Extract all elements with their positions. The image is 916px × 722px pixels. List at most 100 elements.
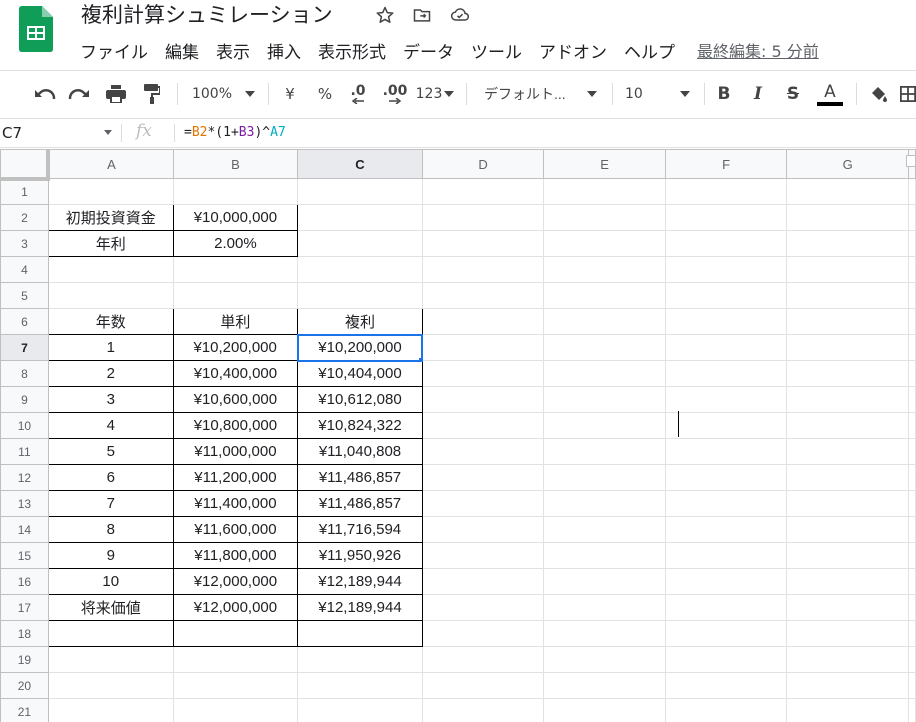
empty-cell[interactable] bbox=[786, 256, 909, 283]
column-header-g[interactable]: G bbox=[786, 149, 909, 179]
strikethrough-button[interactable]: S bbox=[782, 81, 804, 107]
zoom-dropdown-icon[interactable] bbox=[242, 81, 258, 107]
cell-a7[interactable]: 1 bbox=[47, 334, 174, 361]
row-header[interactable]: 4 bbox=[0, 256, 49, 283]
empty-cell[interactable] bbox=[421, 230, 545, 257]
empty-cell[interactable] bbox=[421, 412, 545, 439]
empty-cell[interactable] bbox=[421, 438, 545, 465]
cell-b12[interactable]: ¥11,200,000 bbox=[172, 464, 299, 491]
empty-cell[interactable] bbox=[664, 542, 788, 569]
empty-cell[interactable] bbox=[908, 230, 916, 257]
cell-c12[interactable]: ¥11,486,857 bbox=[297, 464, 423, 491]
empty-cell[interactable] bbox=[664, 360, 788, 387]
menu-file[interactable]: ファイル bbox=[80, 38, 148, 63]
cell-c2[interactable] bbox=[297, 204, 423, 231]
empty-cell[interactable] bbox=[664, 438, 788, 465]
empty-cell[interactable] bbox=[908, 646, 916, 673]
last-edit-link[interactable]: 最終編集: 5 分前 bbox=[697, 38, 819, 62]
empty-cell[interactable] bbox=[543, 568, 666, 595]
empty-cell[interactable] bbox=[543, 646, 666, 673]
cell-c16[interactable]: ¥12,189,944 bbox=[297, 568, 423, 595]
font-select[interactable]: デフォルト... bbox=[484, 81, 576, 107]
empty-cell[interactable] bbox=[908, 386, 916, 413]
empty-cell[interactable] bbox=[664, 568, 788, 595]
cell-b11[interactable]: ¥11,000,000 bbox=[172, 438, 299, 465]
cell-b21[interactable] bbox=[172, 698, 299, 722]
cell-c21[interactable] bbox=[297, 698, 423, 722]
row-header[interactable]: 10 bbox=[0, 412, 49, 439]
row-header[interactable]: 12 bbox=[0, 464, 49, 491]
empty-cell[interactable] bbox=[664, 594, 788, 621]
row-header[interactable]: 15 bbox=[0, 542, 49, 569]
row-header[interactable]: 7 bbox=[0, 334, 49, 361]
empty-cell[interactable] bbox=[421, 594, 545, 621]
empty-cell[interactable] bbox=[421, 464, 545, 491]
cell-b6[interactable]: 単利 bbox=[172, 308, 299, 335]
column-menu-icon[interactable] bbox=[906, 155, 916, 167]
empty-cell[interactable] bbox=[543, 360, 666, 387]
menu-view[interactable]: 表示 bbox=[216, 38, 250, 63]
row-header[interactable]: 8 bbox=[0, 360, 49, 387]
cell-b3[interactable]: 2.00% bbox=[172, 230, 299, 257]
empty-cell[interactable] bbox=[664, 282, 788, 309]
empty-cell[interactable] bbox=[664, 412, 788, 439]
cell-c11[interactable]: ¥11,040,808 bbox=[297, 438, 423, 465]
print-icon[interactable] bbox=[104, 81, 128, 107]
empty-cell[interactable] bbox=[664, 308, 788, 335]
empty-cell[interactable] bbox=[664, 490, 788, 517]
empty-cell[interactable] bbox=[543, 308, 666, 335]
cell-b8[interactable]: ¥10,400,000 bbox=[172, 360, 299, 387]
more-formats-button[interactable]: 123 bbox=[414, 81, 456, 107]
empty-cell[interactable] bbox=[786, 204, 909, 231]
cell-c14[interactable]: ¥11,716,594 bbox=[297, 516, 423, 543]
empty-cell[interactable] bbox=[908, 490, 916, 517]
cell-a19[interactable] bbox=[47, 646, 174, 673]
empty-cell[interactable] bbox=[786, 308, 909, 335]
cell-b13[interactable]: ¥11,400,000 bbox=[172, 490, 299, 517]
empty-cell[interactable] bbox=[908, 464, 916, 491]
cell-a18[interactable] bbox=[47, 620, 174, 647]
empty-cell[interactable] bbox=[786, 282, 909, 309]
cell-a3[interactable]: 年利 bbox=[47, 230, 174, 257]
empty-cell[interactable] bbox=[786, 542, 909, 569]
cell-a4[interactable] bbox=[47, 256, 174, 283]
cell-c15[interactable]: ¥11,950,926 bbox=[297, 542, 423, 569]
empty-cell[interactable] bbox=[543, 490, 666, 517]
empty-cell[interactable] bbox=[543, 256, 666, 283]
decrease-decimal-button[interactable]: .0 bbox=[345, 81, 371, 107]
font-size-dropdown-icon[interactable] bbox=[677, 81, 693, 107]
cell-a14[interactable]: 8 bbox=[47, 516, 174, 543]
row-header[interactable]: 14 bbox=[0, 516, 49, 543]
empty-cell[interactable] bbox=[664, 646, 788, 673]
column-header-e[interactable]: E bbox=[543, 149, 666, 179]
cell-c3[interactable] bbox=[297, 230, 423, 257]
fill-handle[interactable] bbox=[418, 356, 421, 359]
cell-b1[interactable] bbox=[172, 178, 299, 205]
cell-a2[interactable]: 初期投資資金 bbox=[47, 204, 174, 231]
empty-cell[interactable] bbox=[786, 334, 909, 361]
empty-cell[interactable] bbox=[786, 594, 909, 621]
font-size-select[interactable]: 10 bbox=[625, 81, 651, 107]
cell-c7[interactable]: ¥10,200,000 bbox=[296, 333, 424, 362]
empty-cell[interactable] bbox=[908, 568, 916, 595]
cell-c10[interactable]: ¥10,824,322 bbox=[297, 412, 423, 439]
empty-cell[interactable] bbox=[786, 672, 909, 699]
cell-b19[interactable] bbox=[172, 646, 299, 673]
document-title[interactable]: 複利計算シュミレーション bbox=[81, 1, 333, 29]
empty-cell[interactable] bbox=[664, 204, 788, 231]
empty-cell[interactable] bbox=[543, 542, 666, 569]
sheets-logo-icon[interactable] bbox=[19, 6, 53, 52]
empty-cell[interactable] bbox=[908, 438, 916, 465]
cell-a20[interactable] bbox=[47, 672, 174, 699]
empty-cell[interactable] bbox=[543, 282, 666, 309]
empty-cell[interactable] bbox=[664, 464, 788, 491]
empty-cell[interactable] bbox=[421, 386, 545, 413]
empty-cell[interactable] bbox=[908, 360, 916, 387]
empty-cell[interactable] bbox=[786, 412, 909, 439]
empty-cell[interactable] bbox=[543, 204, 666, 231]
row-header[interactable]: 19 bbox=[0, 646, 49, 673]
cell-c20[interactable] bbox=[297, 672, 423, 699]
row-header[interactable]: 20 bbox=[0, 672, 49, 699]
cell-b15[interactable]: ¥11,800,000 bbox=[172, 542, 299, 569]
cell-b9[interactable]: ¥10,600,000 bbox=[172, 386, 299, 413]
